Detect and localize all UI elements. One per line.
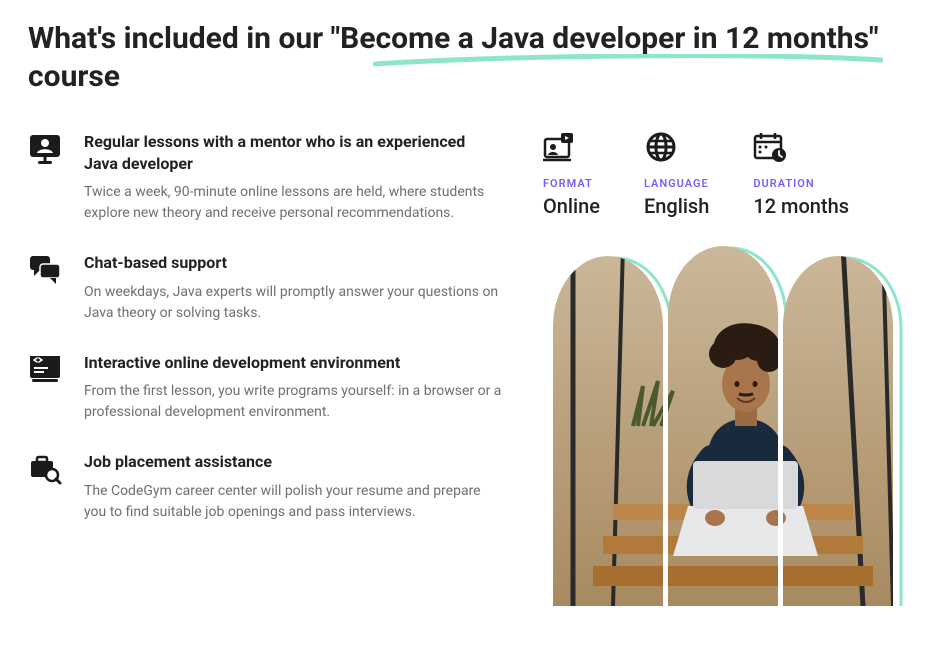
page-title: What's included in our "Become a Java de… xyxy=(28,20,898,95)
meta-duration: DURATION 12 months xyxy=(753,131,849,218)
feature-desc: Twice a week, 90-minute online lessons a… xyxy=(84,182,503,224)
meta-label: FORMAT xyxy=(543,177,600,190)
feature-title: Regular lessons with a mentor who is an … xyxy=(84,131,503,174)
feature-title: Chat-based support xyxy=(84,252,503,274)
feature-job: Job placement assistance The CodeGym car… xyxy=(28,451,503,523)
feature-desc: The CodeGym career center will polish yo… xyxy=(84,481,503,523)
page-title-text: What's included in our "Become a Java de… xyxy=(28,21,879,94)
chat-icon xyxy=(28,252,62,286)
meta-label: LANGUAGE xyxy=(644,177,709,190)
calendar-clock-icon xyxy=(753,131,787,163)
meta-language: LANGUAGE English xyxy=(644,131,709,218)
meta-format: FORMAT Online xyxy=(543,131,600,218)
features-column: Regular lessons with a mentor who is an … xyxy=(28,131,503,606)
mentor-icon xyxy=(28,131,62,165)
feature-mentor: Regular lessons with a mentor who is an … xyxy=(28,131,503,224)
globe-icon xyxy=(644,131,678,163)
feature-desc: On weekdays, Java experts will promptly … xyxy=(84,282,503,324)
meta-value: Online xyxy=(543,194,600,218)
briefcase-search-icon xyxy=(28,451,62,485)
format-icon xyxy=(543,131,577,163)
feature-desc: From the first lesson, you write program… xyxy=(84,381,503,423)
info-column: FORMAT Online LANGUAGE English xyxy=(543,131,913,606)
meta-label: DURATION xyxy=(753,177,849,190)
ide-icon xyxy=(28,352,62,386)
feature-ide: Interactive online development environme… xyxy=(28,352,503,424)
title-underline-decoration xyxy=(373,54,883,68)
hero-photo xyxy=(543,246,913,606)
feature-chat: Chat-based support On weekdays, Java exp… xyxy=(28,252,503,324)
meta-value: 12 months xyxy=(753,194,849,218)
feature-title: Job placement assistance xyxy=(84,451,503,473)
meta-value: English xyxy=(644,194,709,218)
course-meta: FORMAT Online LANGUAGE English xyxy=(543,131,913,218)
feature-title: Interactive online development environme… xyxy=(84,352,503,374)
